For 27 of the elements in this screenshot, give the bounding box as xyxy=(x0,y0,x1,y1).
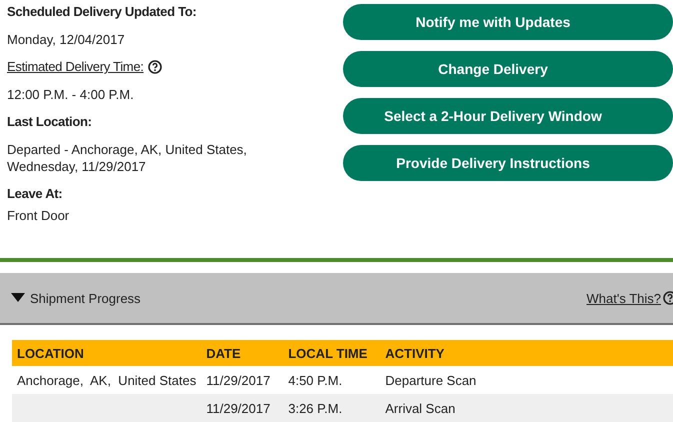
field-label: Leave At: xyxy=(7,186,62,201)
help-icon[interactable] xyxy=(663,291,673,305)
table-cell: Arrival Scan xyxy=(385,400,456,416)
table-cell: 11/29/2017 xyxy=(206,400,270,416)
help-icon[interactable] xyxy=(148,60,162,74)
section-toggle[interactable]: Shipment Progress xyxy=(11,290,141,306)
table-cell: 4:50 P.M. xyxy=(288,372,342,388)
column-header: ACTIVITY xyxy=(380,340,673,366)
table-cell: 3:26 P.M. xyxy=(288,400,342,416)
table-cell: 11/29/2017 xyxy=(206,372,270,388)
action-button[interactable]: Notify me with Updates xyxy=(343,4,673,40)
field-label: Scheduled Delivery Updated To: xyxy=(7,4,196,19)
table-cell: Departure Scan xyxy=(385,372,476,388)
help-link[interactable]: What's This? xyxy=(586,290,661,306)
column-header: LOCAL TIME xyxy=(283,340,380,366)
field-label[interactable]: Estimated Delivery Time: xyxy=(7,59,144,74)
table-cell: Anchorage, AK, United States xyxy=(17,372,196,388)
field-value: Monday, 12/04/2017 xyxy=(7,31,126,48)
action-button[interactable]: Change Delivery xyxy=(343,51,673,87)
field-value: Front Door xyxy=(7,207,70,224)
column-header: LOCATION xyxy=(12,340,202,366)
field-value: 12:00 P.M. - 4:00 P.M. xyxy=(7,86,135,103)
field-value: Departed - Anchorage, AK, United States, Wednesday, 11/29/2017 xyxy=(7,141,248,175)
action-button[interactable]: Select a 2-Hour Delivery Window xyxy=(343,98,673,134)
column-header: DATE xyxy=(201,340,284,366)
field-label: Last Location: xyxy=(7,114,92,129)
action-button[interactable]: Provide Delivery Instructions xyxy=(343,145,673,181)
